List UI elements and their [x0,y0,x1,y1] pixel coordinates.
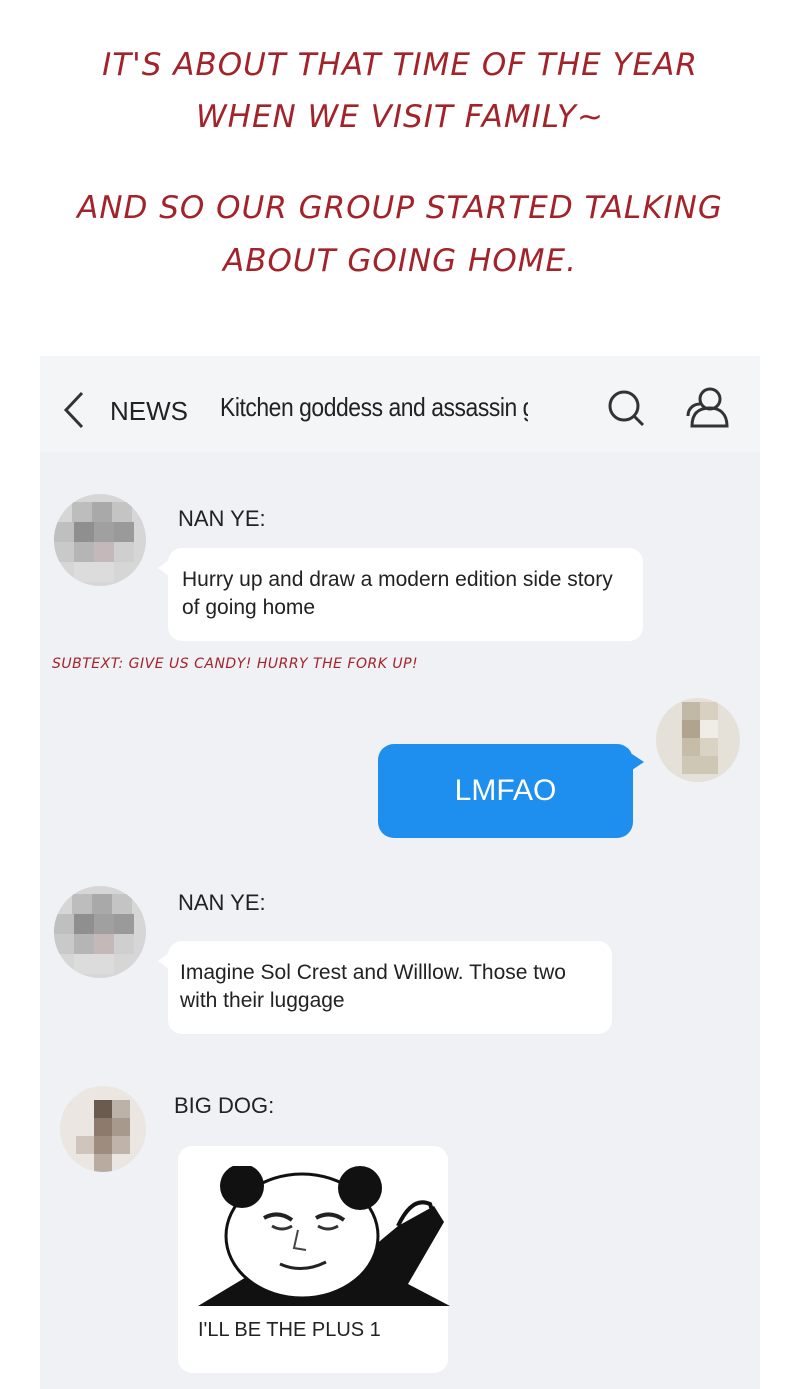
chat-title: Kitchen goddess and assassin grou... [220,392,528,422]
caption-line-4: ABOUT GOING HOME. [223,243,577,279]
avatar-self[interactable] [656,698,740,782]
chat-screen: NEWS Kitchen goddess and assassin grou..… [40,356,760,1389]
back-button[interactable]: NEWS [110,396,188,427]
message-bubble-mine[interactable]: LMFAO [378,744,644,838]
panda-meme-sticker [198,1166,450,1306]
sender-name: NAN YE: [178,890,266,915]
bubble-tail [632,754,644,770]
message-text: I'LL BE THE PLUS 1 [198,1319,381,1341]
bubble-tail [158,953,169,969]
search-icon[interactable] [606,388,646,428]
group-icon[interactable] [684,386,730,430]
chevron-left-icon[interactable] [62,390,86,430]
sender-name: NAN YE: [178,506,266,531]
avatar-nan-ye[interactable] [54,886,146,978]
message-text: LMFAO [454,774,557,807]
sender-name: BIG DOG: [174,1093,275,1118]
avatar-big-dog[interactable] [60,1086,146,1172]
bubble-tail [158,560,169,576]
message-bubble[interactable]: Imagine Sol Crest and Willlow. Those two… [158,941,612,1034]
message-text: Hurry up and draw a modern edition side … [182,568,613,619]
message-bubble[interactable]: I'LL BE THE PLUS 1 [178,1146,450,1373]
caption-line-3: AND SO OUR GROUP STARTED TALKING [77,190,723,226]
annotation-subtext: SUBTEXT: GIVE US CANDY! HURRY THE FORK U… [52,656,419,672]
avatar-nan-ye[interactable] [54,494,146,586]
chat-header: NEWS Kitchen goddess and assassin grou..… [40,356,760,452]
message-bubble[interactable]: Hurry up and draw a modern edition side … [158,548,643,641]
caption-line-2: WHEN WE VISIT FAMILY~ [196,99,604,135]
message-text: Imagine Sol Crest and Willlow. Those two… [180,961,566,1012]
caption-line-1: IT'S ABOUT THAT TIME OF THE YEAR [102,47,698,83]
